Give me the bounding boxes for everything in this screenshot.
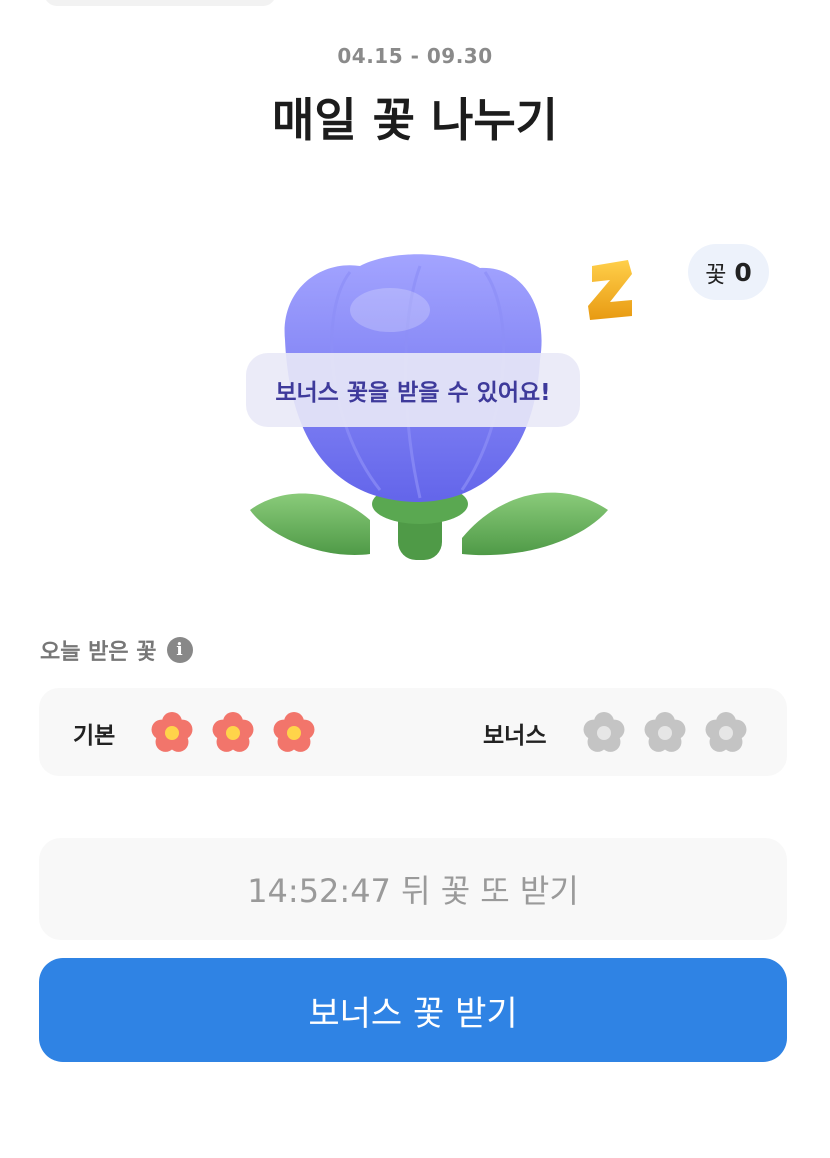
flower-count-label: 꽃	[705, 262, 727, 288]
today-flowers-section: 오늘 받은 꽃 i	[40, 634, 193, 666]
basic-flower-received-icon	[212, 712, 254, 752]
bonus-flower-empty-icon	[705, 712, 747, 752]
flower-count-badge: 꽃 0	[688, 244, 769, 300]
basic-flower-received-icon	[151, 712, 193, 752]
bonus-label: 보너스	[483, 723, 547, 749]
bonus-flower-empty-icon	[644, 712, 686, 752]
leaf-right	[462, 492, 608, 556]
leaf-left	[250, 493, 370, 555]
basic-label: 기본	[73, 723, 116, 749]
next-flower-timer: 14:52:47 뒤 꽃 또 받기	[39, 838, 787, 940]
bonus-flower-empty-icon	[583, 712, 625, 752]
top-pill	[44, 0, 276, 6]
basic-flower-received-icon	[273, 712, 315, 752]
event-date-range: 04.15 - 09.30	[337, 44, 493, 68]
page-title: 매일 꽃 나누기	[272, 93, 558, 147]
today-flowers-label: 오늘 받은 꽃	[40, 640, 157, 665]
today-flowers-card: 기본 보너스	[39, 688, 787, 776]
sleep-z-icon	[588, 260, 632, 320]
info-icon[interactable]: i	[166, 637, 193, 663]
bonus-available-bubble: 보너스 꽃을 받을 수 있어요!	[246, 353, 580, 427]
get-bonus-flower-button[interactable]: 보너스 꽃 받기	[39, 958, 787, 1062]
flower-count-value: 0	[734, 257, 752, 287]
